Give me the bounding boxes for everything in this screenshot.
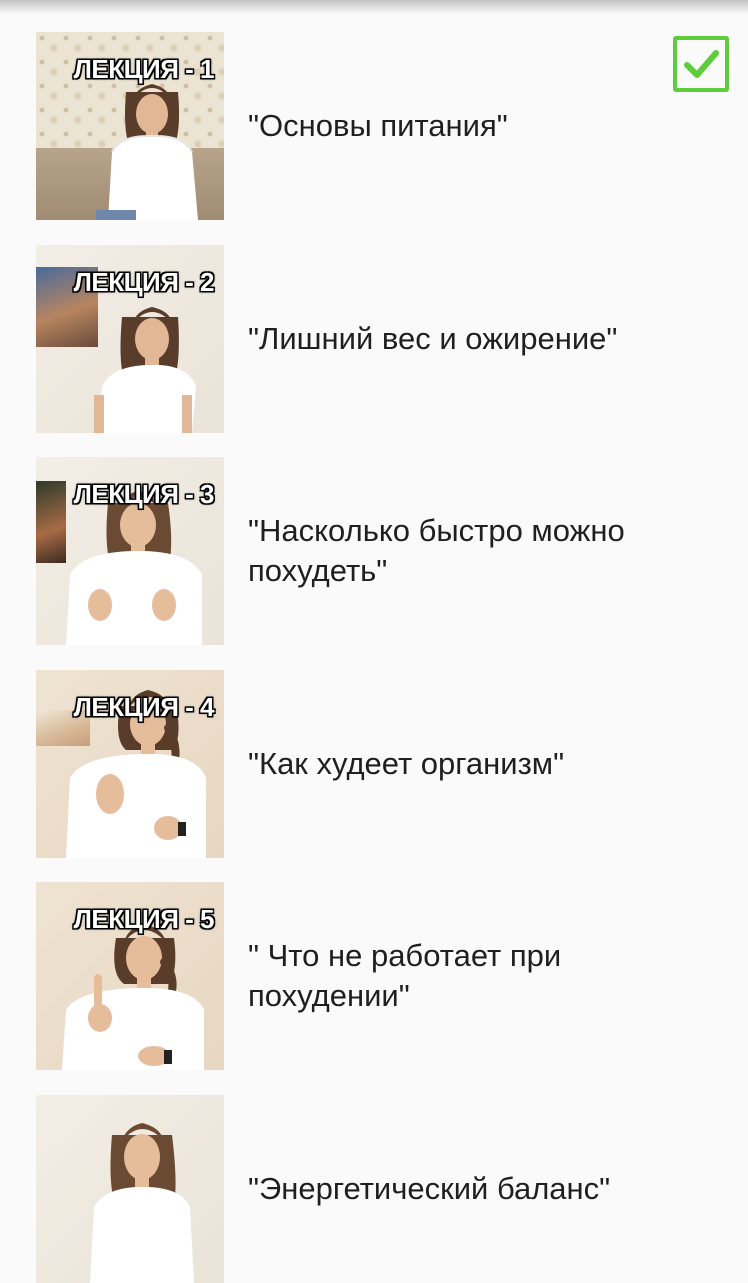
- lecture-title[interactable]: "Насколько быстро можно похудеть": [248, 457, 688, 645]
- lecture-thumbnail-5[interactable]: ЛЕКЦИЯ - 5: [36, 882, 224, 1070]
- lecture-title[interactable]: "Энергетический баланс": [248, 1095, 688, 1283]
- presenter-figure: [90, 1123, 194, 1283]
- lecture-list: ЛЕКЦИЯ - 1 "Основы питания" ЛЕКЦИЯ - 2 "…: [0, 0, 748, 1283]
- lecture-item-6[interactable]: "Энергетический баланс": [0, 1063, 748, 1283]
- lecture-number-badge: ЛЕКЦИЯ - 3: [73, 479, 215, 509]
- checkmark-icon: [684, 50, 719, 78]
- lecture-thumbnail-3[interactable]: ЛЕКЦИЯ - 3: [36, 457, 224, 645]
- lecture-item-3[interactable]: ЛЕКЦИЯ - 3 "Насколько быстро можно похуд…: [0, 425, 748, 645]
- lecture-item-5[interactable]: ЛЕКЦИЯ - 5 " Что не работает при похуден…: [0, 850, 748, 1070]
- lecture-thumbnail-1[interactable]: ЛЕКЦИЯ - 1: [36, 32, 224, 220]
- top-shadow: [0, 0, 748, 14]
- lecture-number-badge: ЛЕКЦИЯ - 4: [73, 692, 215, 722]
- lecture-thumbnail-4[interactable]: ЛЕКЦИЯ - 4: [36, 670, 224, 858]
- lecture-number-badge: ЛЕКЦИЯ - 2: [73, 267, 215, 297]
- lecture-title[interactable]: " Что не работает при похудении": [248, 882, 688, 1070]
- lecture-thumbnail-2[interactable]: ЛЕКЦИЯ - 2: [36, 245, 224, 433]
- lecture-title[interactable]: "Основы питания": [248, 32, 688, 220]
- lecture-item-4[interactable]: ЛЕКЦИЯ - 4 "Как худеет организм": [0, 638, 748, 858]
- lecture-title[interactable]: "Как худеет организм": [248, 670, 688, 858]
- lecture-title[interactable]: "Лишний вес и ожирение": [248, 245, 688, 433]
- lecture-thumbnail-6[interactable]: [36, 1095, 224, 1283]
- lecture-number-badge: ЛЕКЦИЯ - 5: [73, 904, 215, 934]
- lecture-item-1[interactable]: ЛЕКЦИЯ - 1 "Основы питания": [0, 0, 748, 220]
- lecture-item-2[interactable]: ЛЕКЦИЯ - 2 "Лишний вес и ожирение": [0, 213, 748, 433]
- checkbox-checked-icon[interactable]: [673, 36, 729, 92]
- lecture-number-badge: ЛЕКЦИЯ - 1: [73, 54, 215, 84]
